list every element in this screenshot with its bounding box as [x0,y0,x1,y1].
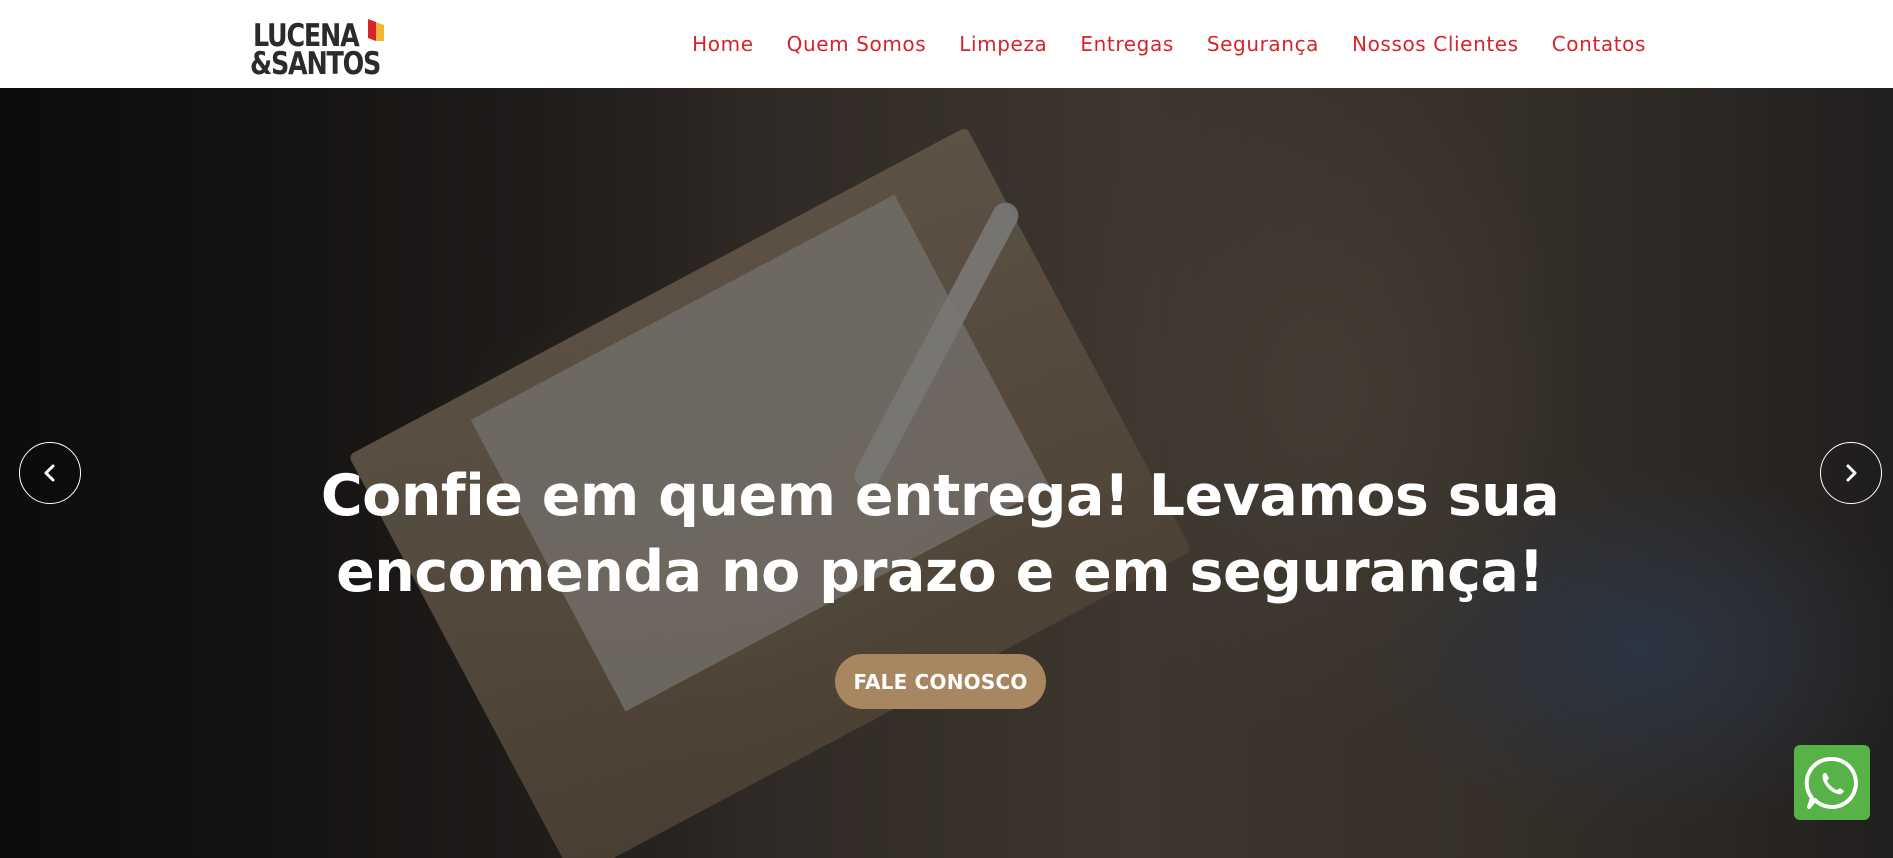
nav-item-home[interactable]: Home [692,32,753,56]
hero-headline: Confie em quem entrega! Levamos sua enco… [300,458,1580,610]
nav-item-contatos[interactable]: Contatos [1552,32,1646,56]
whatsapp-icon [1804,756,1858,809]
chevron-left-icon [44,464,55,482]
fale-conosco-button[interactable]: FALE CONOSCO [835,654,1046,709]
whatsapp-button[interactable] [1794,745,1870,820]
hero-headline-line2: encomenda no prazo e em segurança! [336,539,1544,605]
nav-item-nossos-clientes[interactable]: Nossos Clientes [1352,32,1519,56]
main-nav: Home Quem Somos Limpeza Entregas Seguran… [692,0,1646,88]
nav-item-seguranca[interactable]: Segurança [1207,32,1319,56]
hero-slider: Confie em quem entrega! Levamos sua enco… [0,88,1893,858]
nav-item-limpeza[interactable]: Limpeza [959,32,1047,56]
nav-item-entregas[interactable]: Entregas [1080,32,1173,56]
chevron-right-icon [1846,464,1857,482]
slider-next-button[interactable] [1820,442,1882,504]
nav-item-quem-somos[interactable]: Quem Somos [787,32,927,56]
site-header: LUCENA &SANTOS Home Quem Somos Limpeza E… [0,0,1893,88]
hero-headline-line1: Confie em quem entrega! Levamos sua [320,463,1560,529]
logo-text-line2: &SANTOS [250,46,381,82]
logo[interactable]: LUCENA &SANTOS [250,16,390,82]
logo-flag-icon [368,19,384,41]
slider-prev-button[interactable] [19,442,81,504]
